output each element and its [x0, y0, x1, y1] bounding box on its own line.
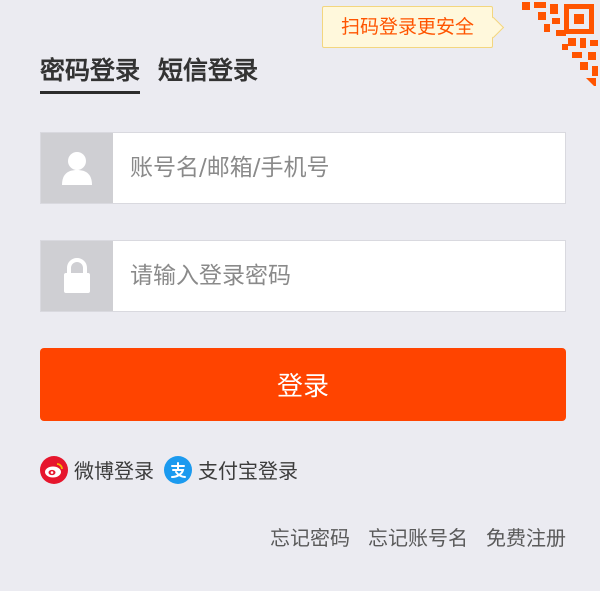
weibo-login-link[interactable]: 微博登录 [40, 455, 154, 484]
login-button[interactable]: 登录 [40, 348, 566, 421]
user-icon [41, 133, 113, 203]
lock-icon [41, 241, 113, 311]
login-mode-tabs: 密码登录 短信登录 [40, 52, 276, 94]
username-input[interactable] [113, 133, 565, 203]
forgot-username-link[interactable]: 忘记账号名 [368, 522, 468, 551]
tab-password-login[interactable]: 密码登录 [40, 52, 141, 94]
free-register-link[interactable]: 免费注册 [486, 522, 566, 551]
weibo-icon [40, 455, 68, 484]
username-field [40, 132, 566, 204]
weibo-login-label: 微博登录 [74, 459, 154, 483]
alipay-login-label: 支付宝登录 [198, 459, 298, 483]
tab-sms-login[interactable]: 短信登录 [158, 52, 258, 94]
account-help-links: 忘记密码 忘记账号名 免费注册 [252, 522, 566, 551]
password-input[interactable] [113, 241, 565, 311]
qr-login-toggle[interactable] [508, 0, 600, 92]
alipay-icon [164, 455, 192, 484]
password-field [40, 240, 566, 312]
qr-login-tip: 扫码登录更安全 [322, 6, 494, 48]
forgot-password-link[interactable]: 忘记密码 [270, 522, 350, 551]
alipay-login-link[interactable]: 支付宝登录 [164, 455, 298, 484]
third-party-login: 微博登录 支付宝登录 [40, 455, 308, 484]
qr-code-icon [508, 0, 600, 92]
